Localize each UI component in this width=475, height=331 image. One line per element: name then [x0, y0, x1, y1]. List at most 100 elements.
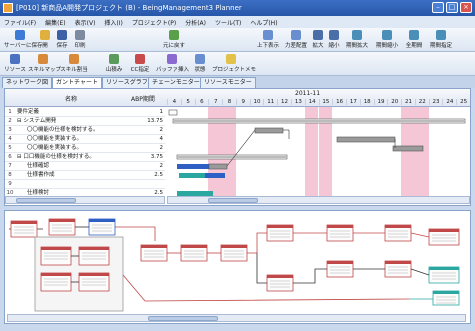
network-node[interactable] — [266, 224, 294, 242]
status-button[interactable]: 状態 — [192, 53, 208, 75]
tab-network[interactable]: ネットワーク図 — [2, 77, 53, 88]
arrange-button[interactable]: 力差配置 — [283, 29, 309, 51]
zoom-in-button[interactable]: 拡大 — [311, 29, 325, 51]
project-memo-button[interactable]: プロジェクトメモ — [212, 53, 256, 75]
network-node[interactable] — [78, 246, 110, 266]
menu-tools[interactable]: ツール(T) — [215, 18, 241, 27]
skill-map-button[interactable]: スキルマップ — [28, 53, 61, 75]
printer-icon — [75, 30, 85, 40]
folder-icon — [40, 30, 50, 40]
period-specify-button[interactable]: 期間指定 — [427, 29, 455, 51]
chart-hscroll[interactable] — [167, 196, 470, 204]
gantt-bar[interactable] — [208, 163, 228, 170]
disk-icon — [57, 30, 67, 40]
summary-bar-fill[interactable] — [173, 120, 465, 122]
network-node[interactable] — [140, 244, 168, 262]
network-node[interactable] — [266, 274, 294, 292]
tab-resource-monitor[interactable]: リソースモニター — [200, 77, 256, 88]
close-button[interactable]: × — [460, 2, 472, 13]
cc-icon — [135, 54, 145, 64]
network-hscroll-thumb[interactable] — [148, 316, 218, 321]
buffer-icon — [167, 54, 177, 64]
network-node[interactable] — [384, 260, 412, 278]
resource-icon — [10, 54, 20, 64]
gantt-bar[interactable] — [177, 164, 209, 169]
network-node[interactable] — [326, 260, 354, 278]
tab-gantt[interactable]: ガントチャート — [52, 77, 102, 88]
skill-map-icon — [38, 54, 48, 64]
tab-resource-graph[interactable]: リソースグラフ — [102, 77, 152, 88]
app-window: [P010] 新商品A開発プロジェクト (B) - BeingManagemen… — [0, 0, 475, 331]
stack-button[interactable]: 山積み — [104, 53, 124, 75]
print-button[interactable]: 印刷 — [72, 29, 88, 51]
minimize-button[interactable]: – — [432, 2, 444, 13]
network-node[interactable] — [40, 272, 72, 292]
gantt-bar[interactable] — [168, 109, 178, 116]
menu-edit[interactable]: 編集(E) — [45, 18, 65, 27]
menu-insert[interactable]: 挿入(I) — [104, 18, 122, 27]
network-node[interactable] — [220, 244, 248, 262]
summary-bar-fill[interactable] — [177, 156, 287, 158]
network-node[interactable] — [428, 266, 460, 284]
network-diagram — [9, 218, 460, 312]
stack-icon — [109, 54, 119, 64]
buffer-insert-button[interactable]: バッファ挿入 — [156, 53, 189, 75]
gantt-bar[interactable] — [336, 136, 396, 143]
network-link — [293, 268, 327, 284]
app-icon — [3, 3, 13, 13]
grid-hscroll-thumb[interactable] — [16, 198, 76, 203]
gantt-bar[interactable] — [254, 127, 284, 134]
maximize-button[interactable]: □ — [446, 2, 458, 13]
menu-analysis[interactable]: 分析(A) — [185, 18, 206, 27]
gantt-grid: 名称 ABP期間 2011-11 4 5 6 7 8 9 10 11 12 13 14 15 16 17 1… — [4, 88, 471, 206]
zoom-in-icon — [313, 30, 323, 40]
network-node[interactable] — [10, 220, 38, 238]
network-hscroll[interactable] — [7, 314, 466, 322]
network-link — [256, 253, 267, 284]
grid-hscroll[interactable] — [5, 196, 165, 204]
undo-button[interactable]: 元に戻す — [160, 29, 188, 51]
network-node[interactable] — [48, 218, 76, 236]
vertical-view-button[interactable]: 上下表示 — [255, 29, 281, 51]
tab-chain-monitor[interactable]: チェーンモニター — [148, 77, 204, 88]
network-node[interactable] — [432, 290, 460, 306]
network-node[interactable] — [428, 228, 460, 246]
network-node[interactable] — [88, 218, 116, 236]
menu-view[interactable]: 表示(V) — [75, 18, 96, 27]
zoom-out-button[interactable]: 縮小 — [327, 29, 341, 51]
network-link — [410, 268, 430, 276]
cc-specify-button[interactable]: CC指定 — [128, 53, 152, 75]
network-diagram-pane — [4, 210, 471, 324]
menu-help[interactable]: ヘルプ(H) — [250, 18, 277, 27]
open-button[interactable]: 開 — [38, 29, 52, 51]
memo-icon — [226, 54, 236, 64]
window-title: [P010] 新商品A開発プロジェクト (B) - BeingManagemen… — [16, 4, 242, 12]
skill-assign-icon — [69, 54, 79, 64]
menu-file[interactable]: ファイル(F) — [4, 18, 36, 27]
network-node[interactable] — [180, 244, 208, 262]
menu-project[interactable]: プロジェクト(P) — [132, 18, 176, 27]
network-node[interactable] — [326, 224, 354, 242]
network-link — [247, 232, 267, 254]
period-expand-button[interactable]: 期間拡大 — [343, 29, 371, 51]
status-icon — [195, 54, 205, 64]
save-button[interactable]: 保存 — [54, 29, 70, 51]
gantt-bar[interactable] — [179, 173, 205, 178]
resource-toolbar: リソース スキルマップ スキル割当 山積み CC指定 バッファ挿入 状態 プロジ… — [0, 52, 475, 76]
shrink-icon — [382, 30, 392, 40]
period-shrink-button[interactable]: 期間縮小 — [373, 29, 401, 51]
network-node[interactable] — [384, 224, 412, 242]
gantt-bar[interactable] — [205, 173, 225, 178]
layout-icon — [263, 30, 273, 40]
expand-icon — [352, 30, 362, 40]
chart-hscroll-thumb[interactable] — [208, 198, 258, 203]
title-bar: [P010] 新商品A開発プロジェクト (B) - BeingManagemen… — [0, 0, 475, 16]
zoom-out-icon — [329, 30, 339, 40]
network-node[interactable] — [40, 246, 72, 266]
network-node[interactable] — [78, 272, 110, 292]
gantt-bar[interactable] — [392, 145, 424, 152]
skill-assign-button[interactable]: スキル割当 — [60, 53, 88, 75]
all-period-button[interactable]: 全期間 — [403, 29, 425, 51]
save-to-server-button[interactable]: サーバーに保存 — [4, 29, 42, 51]
resource-button[interactable]: リソース — [4, 53, 26, 75]
